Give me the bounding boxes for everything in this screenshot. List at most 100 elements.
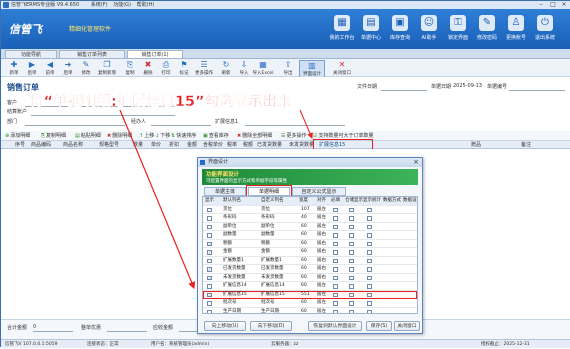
show-checkbox[interactable]	[207, 250, 212, 255]
quick-sort-button[interactable]: ⇅快速排序	[171, 132, 196, 140]
field-row[interactable]: 未发货数量 未发货数量 60 居右	[203, 274, 417, 283]
paste-detail-button[interactable]: ▤粘贴明细	[75, 132, 101, 140]
copy-detail-button[interactable]: ⎘复制明细	[41, 132, 66, 140]
show-checkbox[interactable]	[207, 275, 212, 280]
toolbar-copy-new[interactable]: ❐ 复制新增	[93, 60, 121, 76]
show-checkbox[interactable]	[207, 267, 212, 272]
stat-checkbox[interactable]	[367, 292, 372, 297]
nav-password[interactable]: ✎ 修改密码	[472, 15, 502, 41]
custom-name[interactable]: 已发货数量	[261, 265, 284, 274]
show-checkbox[interactable]	[207, 233, 212, 238]
storage-checkbox[interactable]	[349, 250, 354, 255]
restore-default-button[interactable]: 恢复到默认界面设计	[308, 321, 362, 331]
tab-doc-main[interactable]: 单据主体	[204, 187, 246, 196]
toolbar-ui-design[interactable]: ▥ 界面设计	[299, 60, 325, 78]
storage-checkbox[interactable]	[349, 233, 354, 238]
custom-name[interactable]: 金额	[261, 248, 270, 257]
field-row[interactable]: 副单位 副单位 60 居左	[203, 223, 417, 232]
tab-navigation[interactable]: 功能导航	[5, 50, 57, 59]
required-checkbox[interactable]	[333, 224, 338, 229]
field-row[interactable]: 货位 货位 107 居左	[203, 206, 417, 215]
add-detail-button[interactable]: ⊕添加明细	[5, 132, 30, 140]
stat-checkbox[interactable]	[367, 241, 372, 246]
field-row[interactable]: 税额 税额 60 居右	[203, 240, 417, 249]
custom-name[interactable]: 条形码	[261, 214, 275, 223]
required-checkbox[interactable]	[333, 216, 338, 221]
stat-checkbox[interactable]	[367, 216, 372, 221]
show-checkbox[interactable]	[207, 292, 212, 297]
field-row[interactable]: 扩展信息15 扩展信息15 551 居左	[203, 290, 417, 300]
storage-checkbox[interactable]	[349, 309, 354, 313]
close-icon[interactable]: ×	[558, 1, 570, 9]
menu-function[interactable]: 功能(G)	[113, 2, 131, 8]
show-checkbox[interactable]	[207, 207, 212, 212]
minimize-icon[interactable]: –	[535, 1, 547, 9]
show-checkbox[interactable]	[207, 224, 212, 229]
storage-checkbox[interactable]	[349, 224, 354, 229]
move-up-field-button[interactable]: 向上移动(U)	[204, 321, 246, 331]
required-checkbox[interactable]	[333, 275, 338, 280]
storage-checkbox[interactable]	[349, 275, 354, 280]
nav-lock[interactable]: ⚿ 锁定界面	[443, 15, 473, 41]
stat-checkbox[interactable]	[367, 258, 372, 263]
storage-checkbox[interactable]	[349, 241, 354, 246]
custom-name[interactable]: 税额	[261, 240, 270, 249]
custom-name[interactable]: 货位	[261, 206, 270, 215]
field-row[interactable]: 批次号 批次号 60 居左	[203, 299, 417, 308]
storage-checkbox[interactable]	[349, 267, 354, 272]
storage-checkbox[interactable]	[349, 301, 354, 306]
field-row[interactable]: 副数量 副数量 60 居右	[203, 231, 417, 240]
menu-help[interactable]: 帮助(H)	[137, 2, 155, 8]
custom-name[interactable]: 生产日期	[261, 308, 279, 314]
stat-checkbox[interactable]	[367, 233, 372, 238]
required-checkbox[interactable]	[333, 250, 338, 255]
stat-checkbox[interactable]	[367, 284, 372, 289]
required-checkbox[interactable]	[333, 241, 338, 246]
dialog-close-icon[interactable]: ×	[413, 158, 419, 167]
nav-switch-user[interactable]: ♙ 更换账号	[501, 15, 531, 41]
show-checkbox[interactable]	[207, 241, 212, 246]
save-button[interactable]: 保存(S)	[366, 321, 392, 331]
show-checkbox[interactable]	[207, 284, 212, 289]
stat-checkbox[interactable]	[367, 301, 372, 306]
nav-ai[interactable]: ☺ AI助手	[414, 15, 444, 41]
show-checkbox[interactable]	[207, 216, 212, 221]
stat-checkbox[interactable]	[367, 275, 372, 280]
custom-name[interactable]: 扩展数量1	[261, 257, 282, 266]
move-down-field-button[interactable]: 向下移动(D)	[250, 321, 292, 331]
toolbar-import-excel[interactable]: ▦ 导入Excel	[249, 60, 277, 76]
nav-documents[interactable]: ▤ 单据中心	[356, 15, 386, 41]
field-row[interactable]: 金额 金额 60 居右	[203, 248, 417, 257]
required-checkbox[interactable]	[333, 207, 338, 212]
show-checkbox[interactable]	[207, 258, 212, 263]
move-up-button[interactable]: ↑上移	[139, 132, 154, 140]
custom-name[interactable]: 未发货数量	[261, 274, 284, 283]
nav-workbench[interactable]: ▦ 我的工作台	[327, 15, 357, 41]
stat-checkbox[interactable]	[367, 267, 372, 272]
menu-system[interactable]: 系统(F)	[91, 2, 108, 8]
close-dialog-button[interactable]: 关闭窗口	[394, 321, 420, 331]
stat-checkbox[interactable]	[367, 309, 372, 313]
field-row[interactable]: 扩展数量1 扩展数量1 60 居右	[203, 257, 417, 266]
storage-checkbox[interactable]	[349, 258, 354, 263]
storage-checkbox[interactable]	[349, 292, 354, 297]
field-row[interactable]: 已发货数量 已发货数量 60 居右	[203, 265, 417, 274]
stat-checkbox[interactable]	[367, 224, 372, 229]
custom-name[interactable]: 副单位	[261, 223, 275, 232]
storage-checkbox[interactable]	[349, 216, 354, 221]
delete-all-button[interactable]: ✖删除全部明细	[237, 132, 272, 140]
nav-exit[interactable]: ⏻ 退出系统	[530, 15, 560, 41]
required-checkbox[interactable]	[333, 233, 338, 238]
toolbar-close-window[interactable]: ✕ 关闭窗口	[329, 60, 355, 76]
custom-name[interactable]: 副数量	[261, 231, 275, 240]
move-down-button[interactable]: ↓下移	[155, 132, 170, 140]
required-checkbox[interactable]	[333, 292, 338, 297]
required-checkbox[interactable]	[333, 258, 338, 263]
custom-name[interactable]: 扩展信息15	[261, 291, 285, 300]
show-checkbox[interactable]	[207, 309, 212, 313]
storage-checkbox[interactable]	[349, 207, 354, 212]
view-stock-button[interactable]: ▣查看库存	[203, 132, 229, 140]
show-checkbox[interactable]	[207, 301, 212, 306]
field-row[interactable]: 条形码 条形码 40 居左	[203, 214, 417, 223]
custom-name[interactable]: 扩展信息14	[261, 282, 285, 291]
